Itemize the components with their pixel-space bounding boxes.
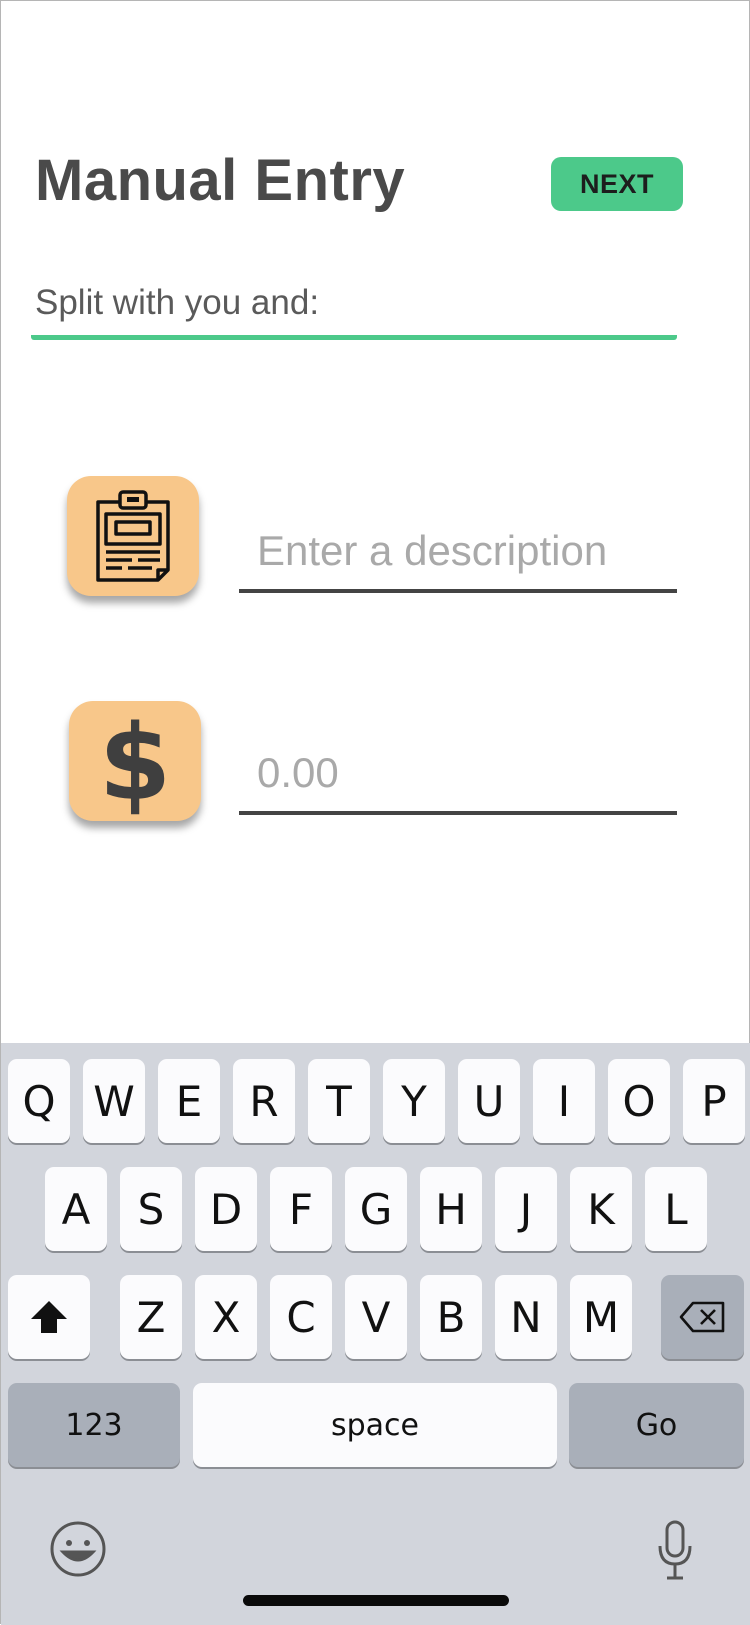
key-u[interactable]: U <box>458 1059 520 1143</box>
backspace-icon <box>679 1301 724 1333</box>
key-w[interactable]: W <box>83 1059 145 1143</box>
microphone-icon[interactable] <box>657 1520 693 1582</box>
onscreen-keyboard: Q W E R T Y U I O P A S D F G H J K L Z … <box>1 1043 750 1625</box>
key-p[interactable]: P <box>683 1059 745 1143</box>
key-r[interactable]: R <box>233 1059 295 1143</box>
key-q[interactable]: Q <box>8 1059 70 1143</box>
key-y[interactable]: Y <box>383 1059 445 1143</box>
numbers-key[interactable]: 123 <box>8 1383 180 1467</box>
split-with-field[interactable]: Split with you and: <box>31 275 677 340</box>
shift-icon <box>31 1301 67 1333</box>
key-g[interactable]: G <box>345 1167 407 1251</box>
key-s[interactable]: S <box>120 1167 182 1251</box>
key-b[interactable]: B <box>420 1275 482 1359</box>
key-j[interactable]: J <box>495 1167 557 1251</box>
key-d[interactable]: D <box>195 1167 257 1251</box>
key-a[interactable]: A <box>45 1167 107 1251</box>
go-key[interactable]: Go <box>569 1383 744 1467</box>
key-c[interactable]: C <box>270 1275 332 1359</box>
split-with-label: Split with you and: <box>35 283 320 322</box>
manual-entry-screen: Manual Entry NEXT Split with you and: $ <box>1 1 750 1043</box>
clipboard-icon <box>67 476 199 596</box>
key-l[interactable]: L <box>645 1167 707 1251</box>
key-o[interactable]: O <box>608 1059 670 1143</box>
key-t[interactable]: T <box>308 1059 370 1143</box>
next-button[interactable]: NEXT <box>551 157 683 211</box>
backspace-key[interactable] <box>661 1275 744 1359</box>
key-k[interactable]: K <box>570 1167 632 1251</box>
description-field[interactable] <box>239 515 677 593</box>
dollar-icon: $ <box>69 701 201 821</box>
key-z[interactable]: Z <box>120 1275 182 1359</box>
key-h[interactable]: H <box>420 1167 482 1251</box>
page-title: Manual Entry <box>35 148 406 213</box>
amount-field[interactable] <box>239 737 677 815</box>
space-key[interactable]: space <box>193 1383 557 1467</box>
key-m[interactable]: M <box>570 1275 632 1359</box>
key-f[interactable]: F <box>270 1167 332 1251</box>
emoji-icon[interactable] <box>49 1520 107 1578</box>
currency-symbol: $ <box>98 702 172 824</box>
amount-input[interactable] <box>257 745 657 801</box>
key-e[interactable]: E <box>158 1059 220 1143</box>
key-x[interactable]: X <box>195 1275 257 1359</box>
key-v[interactable]: V <box>345 1275 407 1359</box>
description-input[interactable] <box>257 523 657 579</box>
key-i[interactable]: I <box>533 1059 595 1143</box>
shift-key[interactable] <box>8 1275 90 1359</box>
key-n[interactable]: N <box>495 1275 557 1359</box>
home-indicator <box>243 1595 509 1606</box>
